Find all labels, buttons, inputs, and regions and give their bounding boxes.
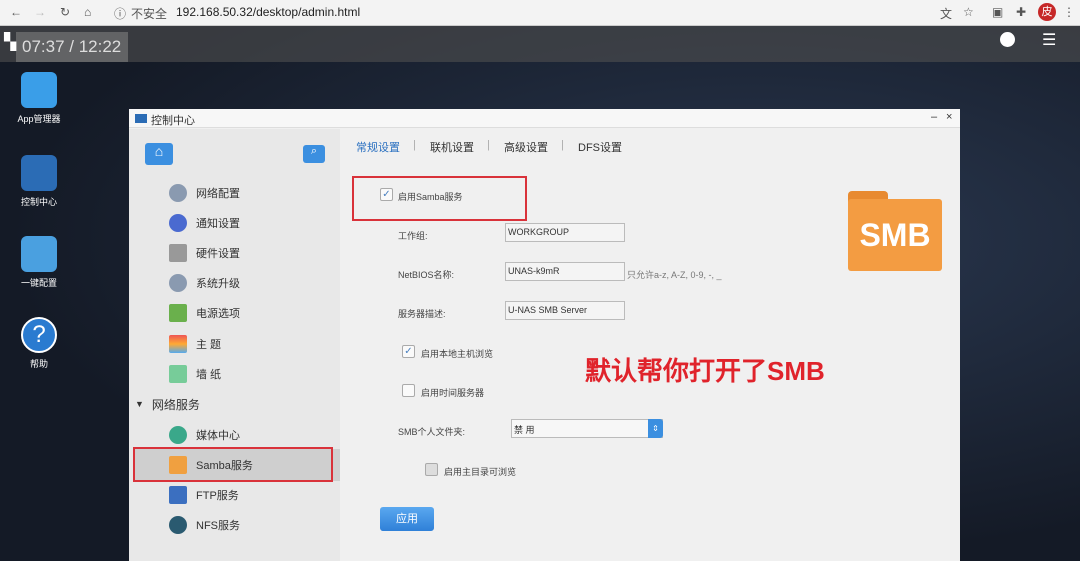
smb-folder-label: SMB (848, 199, 942, 271)
tab-advanced[interactable]: 高级设置 (504, 139, 548, 155)
sidebar-item-label: NFS服务 (196, 520, 240, 532)
sidebar-item-label: 系统升级 (196, 278, 240, 290)
desktop-icon-control-center[interactable]: 控制中心 (14, 155, 64, 208)
tab-icon[interactable]: ▣ (992, 5, 1003, 19)
wallpaper-icon (169, 365, 187, 383)
home-icon[interactable]: ⌂ (84, 5, 91, 19)
sidebar-item-label: 主 题 (196, 339, 222, 351)
caret-down-icon: ▼ (135, 399, 144, 409)
local-browse-checkbox[interactable]: ✓ (402, 345, 415, 358)
star-icon[interactable]: ☆ (963, 5, 974, 19)
browser-toolbar: ← → ↻ ⌂ ⓘ 不安全 192.168.50.32/desktop/admi… (0, 0, 1080, 26)
sidebar-item-media[interactable]: 媒体中心 (169, 425, 240, 445)
smb-folder-graphic: SMB (848, 191, 942, 271)
apply-button[interactable]: 应用 (380, 507, 434, 531)
select-value: 禁 用 (514, 425, 535, 435)
sidebar-item-nfs[interactable]: NFS服务 (169, 515, 240, 535)
info-icon: ⓘ (114, 7, 127, 21)
nfs-icon (169, 516, 187, 534)
icon-label: 控制中心 (20, 197, 57, 207)
time-server-checkbox[interactable] (402, 384, 415, 397)
tools-icon (169, 244, 187, 262)
list-menu-icon[interactable]: ☰ (1042, 30, 1056, 50)
video-timestamp: 07:37 / 12:22 (16, 32, 128, 62)
notification-icon (169, 214, 187, 232)
workgroup-input[interactable]: WORKGROUP (505, 223, 625, 242)
sidebar-item-label: 网络配置 (196, 188, 240, 200)
sidebar-item-label: 媒体中心 (196, 430, 240, 442)
tab-general[interactable]: 常规设置 (356, 139, 400, 155)
reload-icon[interactable]: ↻ (60, 5, 70, 19)
sidebar-item-label: FTP服务 (196, 490, 239, 502)
media-icon (169, 426, 187, 444)
workgroup-label: 工作组: (398, 231, 428, 241)
netbios-hint: 只允许a-z, A-Z, 0-9, -, _ (627, 270, 722, 280)
minimize-button[interactable]: – (931, 111, 937, 123)
user-icon[interactable] (1000, 32, 1015, 47)
netbios-label: NetBIOS名称: (398, 270, 455, 280)
desktop-icon-app-manager[interactable]: App管理器 (14, 72, 64, 125)
url-bar[interactable]: 192.168.50.32/desktop/admin.html (176, 5, 360, 19)
time-server-label: 启用时间服务器 (421, 388, 485, 398)
security-label: 不安全 (131, 7, 168, 21)
sidebar: ⌂ ⌕ 网络配置 通知设置 硬件设置 系统升级 电源选项 主 题 墙 纸 ▼ 网络… (129, 129, 340, 561)
profile-avatar[interactable]: 皮 (1038, 3, 1056, 21)
desktop-icon-quick-setup[interactable]: 一键配置 (14, 236, 64, 289)
network-icon (169, 184, 187, 202)
personal-folder-select[interactable]: 禁 用 ⇕ (511, 419, 663, 438)
desktop-topbar: ▚ ☰ (0, 26, 1080, 62)
ftp-icon (169, 486, 187, 504)
sidebar-item-label: 电源选项 (196, 308, 240, 320)
annotation-text: 默认帮你打开了SMB (585, 356, 825, 386)
sidebar-item-notification[interactable]: 通知设置 (169, 213, 240, 233)
sidebar-item-label: 硬件设置 (196, 248, 240, 260)
window-titlebar: 控制中心 – × (129, 109, 960, 128)
select-arrows-icon: ⇕ (648, 419, 663, 438)
sidebar-item-upgrade[interactable]: 系统升级 (169, 273, 240, 293)
home-browse-label: 启用主目录可浏览 (444, 467, 517, 477)
sidebar-item-wallpaper[interactable]: 墙 纸 (169, 364, 221, 384)
sidebar-item-ftp[interactable]: FTP服务 (169, 485, 239, 505)
sidebar-item-label: 通知设置 (196, 218, 240, 230)
desktop-icon-help[interactable]: ? 帮助 (14, 317, 64, 370)
sidebar-item-power[interactable]: 电源选项 (169, 303, 240, 323)
window-title: 控制中心 (151, 115, 195, 127)
sidebar-item-theme[interactable]: 主 题 (169, 334, 221, 354)
description-input[interactable]: U-NAS SMB Server (505, 301, 625, 320)
theme-icon (169, 335, 187, 353)
search-button[interactable]: ⌕ (303, 145, 325, 163)
close-button[interactable]: × (946, 111, 952, 123)
description-label: 服务器描述: (398, 309, 446, 319)
power-icon (169, 304, 187, 322)
back-icon[interactable]: ← (10, 5, 22, 19)
content-panel: 常规设置 | 联机设置 | 高级设置 | DFS设置 ✓ 启用Samba服务 工… (340, 129, 960, 561)
highlight-box-samba (133, 447, 333, 482)
extension-icon[interactable]: ✚ (1016, 5, 1026, 19)
control-center-window: 控制中心 – × ⌂ ⌕ 网络配置 通知设置 硬件设置 系统升级 电源选项 主 … (129, 109, 960, 561)
tab-connection[interactable]: 联机设置 (430, 139, 474, 155)
section-network-services[interactable]: ▼ 网络服务 (135, 394, 200, 414)
tab-dfs[interactable]: DFS设置 (578, 139, 622, 155)
sidebar-item-hardware[interactable]: 硬件设置 (169, 243, 240, 263)
sidebar-item-label: 墙 纸 (196, 369, 222, 381)
menu-icon[interactable]: ⋮ (1063, 5, 1075, 19)
netbios-input[interactable]: UNAS-k9mR (505, 262, 625, 281)
icon-label: App管理器 (17, 114, 61, 124)
home-browse-checkbox[interactable] (425, 463, 438, 476)
highlight-box-enable (352, 176, 527, 221)
translate-icon[interactable]: 文 (940, 5, 952, 22)
sidebar-item-network[interactable]: 网络配置 (169, 183, 240, 203)
personal-folder-label: SMB个人文件夹: (398, 427, 466, 437)
start-menu-icon[interactable]: ▚ (4, 32, 16, 52)
forward-icon[interactable]: → (34, 5, 46, 19)
upgrade-icon (169, 274, 187, 292)
icon-label: 帮助 (29, 359, 48, 369)
icon-label: 一键配置 (20, 278, 57, 288)
local-browse-label: 启用本地主机浏览 (421, 349, 494, 359)
home-button[interactable]: ⌂ (145, 143, 173, 165)
section-label: 网络服务 (151, 397, 200, 412)
control-center-icon (135, 114, 147, 123)
